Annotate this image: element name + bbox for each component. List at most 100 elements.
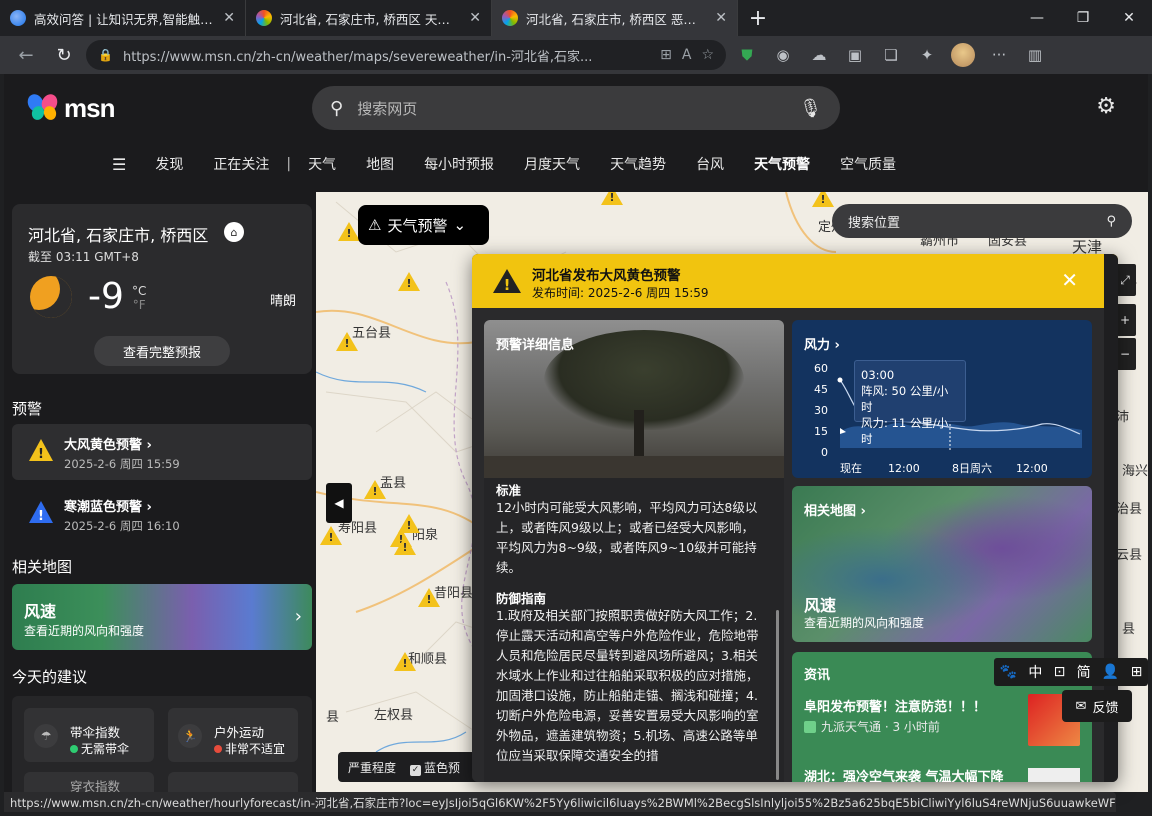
profile-avatar[interactable] bbox=[948, 40, 978, 70]
running-icon: 🏃 bbox=[178, 724, 202, 748]
nav-following[interactable]: 正在关注 bbox=[198, 154, 284, 174]
legend-label: 严重程度 bbox=[348, 760, 397, 775]
extensions-icon[interactable]: ✦ bbox=[912, 40, 942, 70]
news-headline[interactable]: 阜阳发布预警！注意防范！！！ bbox=[804, 696, 986, 715]
temperature: -9 bbox=[88, 276, 124, 317]
close-window-icon[interactable]: ✕ bbox=[1106, 0, 1152, 36]
app-available-icon[interactable]: ⊞ bbox=[660, 47, 672, 63]
unit-celsius[interactable]: °C bbox=[132, 284, 146, 298]
warning-marker-icon[interactable] bbox=[338, 222, 360, 242]
guide-heading: 防御指南 bbox=[496, 591, 547, 606]
map-card-subtitle: 查看近期的风向和强度 bbox=[24, 624, 145, 638]
news-thumbnail[interactable] bbox=[1028, 768, 1080, 782]
warning-marker-icon[interactable] bbox=[320, 526, 342, 546]
warning-marker-icon[interactable] bbox=[418, 588, 440, 608]
edge-favicon-icon bbox=[10, 10, 26, 26]
nav-trends[interactable]: 天气趋势 bbox=[595, 154, 681, 174]
ime-punctuation-icon[interactable]: ⊡ bbox=[1054, 664, 1066, 680]
alert-item-wind[interactable]: ! 大风黄色预警 › 2025-2-6 周四 15:59 bbox=[12, 424, 312, 480]
alert-type-dropdown[interactable]: ⚠ 天气预警 ⌄ bbox=[358, 205, 489, 245]
nav-alerts[interactable]: 天气预警 bbox=[739, 154, 825, 174]
wind-chart-card[interactable]: 风力 › 60 45 30 15 0 现在 12:00 8日周六 12:00 0… bbox=[792, 320, 1092, 478]
popup-title: 河北省发布大风黄色预警 bbox=[532, 268, 681, 284]
tab-close-icon[interactable]: ✕ bbox=[469, 10, 481, 26]
paw-icon[interactable]: 🐾 bbox=[1000, 664, 1017, 680]
restore-icon[interactable]: ❐ bbox=[1060, 0, 1106, 36]
warning-marker-icon[interactable] bbox=[398, 272, 420, 292]
unit-toggle[interactable]: °C °F bbox=[132, 284, 146, 312]
detail-scrollbar[interactable] bbox=[776, 610, 779, 780]
nav-monthly[interactable]: 月度天气 bbox=[509, 154, 595, 174]
browser-tab[interactable]: 河北省, 石家庄市, 桥西区 天气预报 ✕ bbox=[246, 0, 492, 36]
location-search-input[interactable]: 搜索位置 ⚲ bbox=[832, 204, 1132, 238]
msn-wordmark: msn bbox=[64, 92, 115, 123]
alert-item-cold[interactable]: ! 寒潮蓝色预警 › 2025-2-6 周四 16:10 bbox=[12, 486, 312, 542]
favorite-star-icon[interactable]: ☆ bbox=[701, 47, 714, 63]
clothing-index-card[interactable]: 穿衣指数 bbox=[24, 772, 154, 792]
minimize-icon[interactable]: — bbox=[1014, 0, 1060, 36]
nav-maps[interactable]: 地图 bbox=[351, 154, 409, 174]
popup-published-time: 发布时间: 2025-2-6 周四 15:59 bbox=[532, 286, 709, 300]
warning-marker-icon[interactable] bbox=[812, 192, 834, 208]
sidebar-toggle-icon[interactable]: ▥ bbox=[1020, 40, 1050, 70]
y-tick: 15 bbox=[814, 425, 828, 438]
tab-close-icon[interactable]: ✕ bbox=[223, 10, 235, 26]
nav-hourly[interactable]: 每小时预报 bbox=[409, 154, 509, 174]
microphone-icon[interactable]: 🎙 bbox=[799, 98, 822, 119]
browser-tab-active[interactable]: 河北省, 石家庄市, 桥西区 恶劣天气 ✕ bbox=[492, 0, 738, 36]
hamburger-menu-icon[interactable]: ☰ bbox=[112, 155, 140, 174]
search-icon[interactable]: ⚲ bbox=[330, 98, 343, 119]
collections-icon[interactable]: ❏ bbox=[876, 40, 906, 70]
ime-simplified[interactable]: 简 bbox=[1077, 662, 1091, 682]
warning-marker-icon[interactable] bbox=[364, 480, 386, 500]
ime-grid-icon[interactable]: ⊞ bbox=[1131, 664, 1143, 680]
svg-text:!: ! bbox=[38, 447, 44, 462]
alert-title: 寒潮蓝色预警 › bbox=[64, 500, 152, 515]
wind-speed-map-card[interactable]: 风速 查看近期的风向和强度 › bbox=[12, 584, 312, 650]
more-menu-icon[interactable]: ··· bbox=[984, 40, 1014, 70]
nav-weather[interactable]: 天气 bbox=[293, 154, 351, 174]
full-forecast-button[interactable]: 查看完整预报 bbox=[94, 336, 230, 366]
lock-icon[interactable]: 🔒 bbox=[98, 48, 113, 62]
popup-header: ! 河北省发布大风黄色预警 发布时间: 2025-2-6 周四 15:59 ✕ bbox=[472, 254, 1118, 308]
msn-logo[interactable]: msn bbox=[24, 91, 115, 124]
browser-tab[interactable]: 高效问答 | 让知识无界,智能触手可及 ✕ bbox=[0, 0, 246, 36]
tab-close-icon[interactable]: ✕ bbox=[715, 10, 727, 26]
owl-extension-icon[interactable]: ◉ bbox=[768, 40, 798, 70]
nav-discover[interactable]: 发现 bbox=[140, 154, 198, 174]
back-icon[interactable]: ← bbox=[10, 40, 42, 70]
ime-chinese-mode[interactable]: 中 bbox=[1028, 662, 1042, 682]
shield-extension-icon[interactable]: ⛊ bbox=[732, 40, 762, 70]
advice-name: 户外运动 bbox=[214, 725, 265, 740]
news-headline[interactable]: 湖北：强冷空气来袭 气温大幅下降 bbox=[804, 766, 1004, 782]
warning-marker-icon[interactable] bbox=[394, 652, 416, 672]
address-bar[interactable]: 🔒 https://www.msn.cn/zh-cn/weather/maps/… bbox=[86, 40, 726, 70]
advice-card[interactable] bbox=[168, 772, 298, 792]
legend-blue-checkbox[interactable]: ✓ 蓝色预 bbox=[410, 759, 460, 776]
settings-gear-icon[interactable]: ⚙ bbox=[1096, 94, 1116, 119]
nav-typhoon[interactable]: 台风 bbox=[681, 154, 739, 174]
close-icon[interactable]: ✕ bbox=[1061, 268, 1078, 292]
umbrella-index-card[interactable]: ☂ 带伞指数 无需带伞 bbox=[24, 708, 154, 762]
unit-fahrenheit[interactable]: °F bbox=[133, 298, 146, 312]
search-icon[interactable]: ⚲ bbox=[1106, 214, 1116, 229]
outdoor-sports-card[interactable]: 🏃 户外运动 非常不适宜 bbox=[168, 708, 298, 762]
feedback-button[interactable]: ✉ 反馈 bbox=[1062, 690, 1132, 722]
read-aloud-icon[interactable]: A bbox=[682, 47, 692, 63]
collapse-panel-button[interactable]: ◀ bbox=[326, 483, 352, 523]
home-icon[interactable]: ⌂ bbox=[224, 222, 244, 242]
puzzle-extension-icon[interactable]: ▣ bbox=[840, 40, 870, 70]
warning-marker-icon[interactable] bbox=[336, 332, 358, 352]
related-map-card[interactable]: 相关地图 › 风速 查看近期的风向和强度 bbox=[792, 486, 1092, 642]
nav-air-quality[interactable]: 空气质量 bbox=[825, 154, 911, 174]
reload-icon[interactable]: ↻ bbox=[48, 40, 80, 70]
warning-marker-icon[interactable] bbox=[394, 536, 416, 556]
ime-user-icon[interactable]: 👤 bbox=[1102, 664, 1119, 680]
new-tab-icon[interactable]: + bbox=[738, 0, 778, 36]
web-search-box[interactable]: ⚲ 搜索网页 🎙 bbox=[312, 86, 840, 130]
x-tick: 8日周六 bbox=[952, 462, 992, 475]
cloud-extension-icon[interactable]: ☁ bbox=[804, 40, 834, 70]
news-title: 资讯 bbox=[804, 668, 831, 683]
advice-name: 穿衣指数 bbox=[70, 779, 121, 792]
warning-marker-icon[interactable] bbox=[601, 192, 623, 206]
